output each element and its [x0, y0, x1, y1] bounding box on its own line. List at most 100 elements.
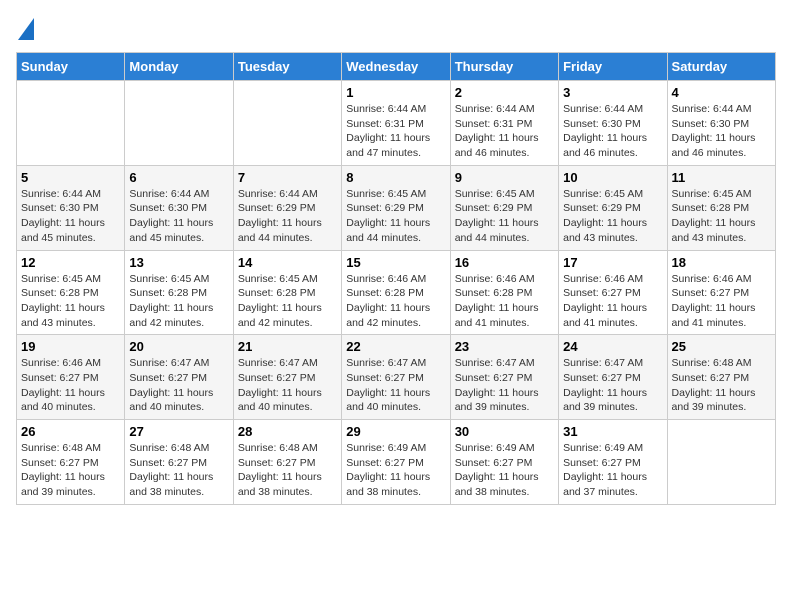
day-number: 8: [346, 170, 445, 185]
day-number: 29: [346, 424, 445, 439]
calendar-day-cell: 9Sunrise: 6:45 AM Sunset: 6:29 PM Daylig…: [450, 165, 558, 250]
calendar-header-cell: Thursday: [450, 53, 558, 81]
calendar-day-cell: 27 Sunrise: 6:48 AM Sunset: 6:27 PM Dayli…: [125, 420, 233, 505]
calendar-header-cell: Monday: [125, 53, 233, 81]
day-number: 19: [21, 339, 120, 354]
day-number: 10: [563, 170, 662, 185]
day-info: Sunrise: 6:46 AM Sunset: 6:27 PM Dayligh…: [672, 272, 771, 331]
day-info: Sunrise: 6:46 AM Sunset: 6:27 PM Dayligh…: [563, 272, 662, 331]
calendar-day-cell: 22 Sunrise: 6:47 AM Sunset: 6:27 PM Dayli…: [342, 335, 450, 420]
calendar-day-cell: [125, 81, 233, 166]
day-number: 21: [238, 339, 337, 354]
logo-triangle-icon: [18, 18, 34, 40]
day-number: 1: [346, 85, 445, 100]
day-info: Sunrise: 6:45 AM Sunset: 6:29 PM Dayligh…: [563, 187, 662, 246]
day-number: 16: [455, 255, 554, 270]
day-info: Sunrise: 6:44 AM Sunset: 6:30 PM Dayligh…: [21, 187, 120, 246]
calendar-week-row: 1 Sunrise: 6:44 AM Sunset: 6:31 PM Daylig…: [17, 81, 776, 166]
calendar-day-cell: 19 Sunrise: 6:46 AM Sunset: 6:27 PM Dayli…: [17, 335, 125, 420]
day-info: Sunrise: 6:44 AM Sunset: 6:30 PM Dayligh…: [129, 187, 228, 246]
day-number: 22: [346, 339, 445, 354]
day-info: Sunrise: 6:48 AM Sunset: 6:27 PM Dayligh…: [672, 356, 771, 415]
day-info: Sunrise: 6:44 AM Sunset: 6:31 PM Dayligh…: [346, 102, 445, 161]
calendar-day-cell: [233, 81, 341, 166]
day-number: 5: [21, 170, 120, 185]
day-number: 3: [563, 85, 662, 100]
calendar-day-cell: 11Sunrise: 6:45 AM Sunset: 6:28 PM Dayli…: [667, 165, 775, 250]
day-number: 12: [21, 255, 120, 270]
calendar-header-cell: Sunday: [17, 53, 125, 81]
day-number: 30: [455, 424, 554, 439]
calendar-day-cell: 23 Sunrise: 6:47 AM Sunset: 6:27 PM Dayli…: [450, 335, 558, 420]
day-info: Sunrise: 6:44 AM Sunset: 6:29 PM Dayligh…: [238, 187, 337, 246]
day-info: Sunrise: 6:44 AM Sunset: 6:30 PM Dayligh…: [672, 102, 771, 161]
day-number: 18: [672, 255, 771, 270]
day-number: 7: [238, 170, 337, 185]
calendar-day-cell: [17, 81, 125, 166]
calendar-day-cell: 10 Sunrise: 6:45 AM Sunset: 6:29 PM Dayli…: [559, 165, 667, 250]
day-info: Sunrise: 6:45 AM Sunset: 6:28 PM Dayligh…: [238, 272, 337, 331]
calendar-day-cell: 2Sunrise: 6:44 AM Sunset: 6:31 PM Daylig…: [450, 81, 558, 166]
calendar-day-cell: 21 Sunrise: 6:47 AM Sunset: 6:27 PM Dayli…: [233, 335, 341, 420]
day-info: Sunrise: 6:46 AM Sunset: 6:28 PM Dayligh…: [455, 272, 554, 331]
day-info: Sunrise: 6:47 AM Sunset: 6:27 PM Dayligh…: [455, 356, 554, 415]
calendar-day-cell: 7 Sunrise: 6:44 AM Sunset: 6:29 PM Daylig…: [233, 165, 341, 250]
calendar: SundayMondayTuesdayWednesdayThursdayFrid…: [16, 52, 776, 505]
day-info: Sunrise: 6:47 AM Sunset: 6:27 PM Dayligh…: [238, 356, 337, 415]
calendar-day-cell: 25 Sunrise: 6:48 AM Sunset: 6:27 PM Dayli…: [667, 335, 775, 420]
day-number: 2: [455, 85, 554, 100]
day-info: Sunrise: 6:47 AM Sunset: 6:27 PM Dayligh…: [346, 356, 445, 415]
day-number: 25: [672, 339, 771, 354]
calendar-day-cell: 24Sunrise: 6:47 AM Sunset: 6:27 PM Dayli…: [559, 335, 667, 420]
day-number: 31: [563, 424, 662, 439]
logo: [16, 16, 34, 40]
calendar-day-cell: [667, 420, 775, 505]
calendar-header-cell: Saturday: [667, 53, 775, 81]
calendar-week-row: 26 Sunrise: 6:48 AM Sunset: 6:27 PM Dayli…: [17, 420, 776, 505]
calendar-day-cell: 16 Sunrise: 6:46 AM Sunset: 6:28 PM Dayli…: [450, 250, 558, 335]
day-info: Sunrise: 6:49 AM Sunset: 6:27 PM Dayligh…: [455, 441, 554, 500]
day-info: Sunrise: 6:48 AM Sunset: 6:27 PM Dayligh…: [129, 441, 228, 500]
day-number: 17: [563, 255, 662, 270]
day-number: 28: [238, 424, 337, 439]
day-info: Sunrise: 6:48 AM Sunset: 6:27 PM Dayligh…: [21, 441, 120, 500]
day-info: Sunrise: 6:47 AM Sunset: 6:27 PM Dayligh…: [129, 356, 228, 415]
day-info: Sunrise: 6:45 AM Sunset: 6:28 PM Dayligh…: [21, 272, 120, 331]
day-number: 4: [672, 85, 771, 100]
calendar-day-cell: 14Sunrise: 6:45 AM Sunset: 6:28 PM Dayli…: [233, 250, 341, 335]
day-info: Sunrise: 6:46 AM Sunset: 6:28 PM Dayligh…: [346, 272, 445, 331]
day-number: 9: [455, 170, 554, 185]
calendar-header-cell: Tuesday: [233, 53, 341, 81]
day-info: Sunrise: 6:49 AM Sunset: 6:27 PM Dayligh…: [346, 441, 445, 500]
calendar-day-cell: 4 Sunrise: 6:44 AM Sunset: 6:30 PM Daylig…: [667, 81, 775, 166]
calendar-week-row: 12 Sunrise: 6:45 AM Sunset: 6:28 PM Dayli…: [17, 250, 776, 335]
day-number: 11: [672, 170, 771, 185]
calendar-week-row: 19 Sunrise: 6:46 AM Sunset: 6:27 PM Dayli…: [17, 335, 776, 420]
calendar-day-cell: 6 Sunrise: 6:44 AM Sunset: 6:30 PM Daylig…: [125, 165, 233, 250]
calendar-day-cell: 20 Sunrise: 6:47 AM Sunset: 6:27 PM Dayli…: [125, 335, 233, 420]
calendar-day-cell: 29 Sunrise: 6:49 AM Sunset: 6:27 PM Dayli…: [342, 420, 450, 505]
day-info: Sunrise: 6:49 AM Sunset: 6:27 PM Dayligh…: [563, 441, 662, 500]
header: [16, 16, 776, 40]
day-info: Sunrise: 6:46 AM Sunset: 6:27 PM Dayligh…: [21, 356, 120, 415]
calendar-day-cell: 8 Sunrise: 6:45 AM Sunset: 6:29 PM Daylig…: [342, 165, 450, 250]
calendar-day-cell: 30 Sunrise: 6:49 AM Sunset: 6:27 PM Dayli…: [450, 420, 558, 505]
day-number: 23: [455, 339, 554, 354]
calendar-day-cell: 17 Sunrise: 6:46 AM Sunset: 6:27 PM Dayli…: [559, 250, 667, 335]
day-number: 13: [129, 255, 228, 270]
calendar-day-cell: 13Sunrise: 6:45 AM Sunset: 6:28 PM Dayli…: [125, 250, 233, 335]
calendar-header-cell: Wednesday: [342, 53, 450, 81]
calendar-day-cell: 12 Sunrise: 6:45 AM Sunset: 6:28 PM Dayli…: [17, 250, 125, 335]
calendar-day-cell: 18 Sunrise: 6:46 AM Sunset: 6:27 PM Dayli…: [667, 250, 775, 335]
calendar-day-cell: 1 Sunrise: 6:44 AM Sunset: 6:31 PM Daylig…: [342, 81, 450, 166]
calendar-day-cell: 15Sunrise: 6:46 AM Sunset: 6:28 PM Dayli…: [342, 250, 450, 335]
calendar-day-cell: 31 Sunrise: 6:49 AM Sunset: 6:27 PM Dayli…: [559, 420, 667, 505]
day-number: 20: [129, 339, 228, 354]
day-number: 27: [129, 424, 228, 439]
day-number: 6: [129, 170, 228, 185]
calendar-day-cell: 26 Sunrise: 6:48 AM Sunset: 6:27 PM Dayli…: [17, 420, 125, 505]
day-number: 26: [21, 424, 120, 439]
day-info: Sunrise: 6:47 AM Sunset: 6:27 PM Dayligh…: [563, 356, 662, 415]
day-info: Sunrise: 6:48 AM Sunset: 6:27 PM Dayligh…: [238, 441, 337, 500]
day-info: Sunrise: 6:45 AM Sunset: 6:29 PM Dayligh…: [346, 187, 445, 246]
